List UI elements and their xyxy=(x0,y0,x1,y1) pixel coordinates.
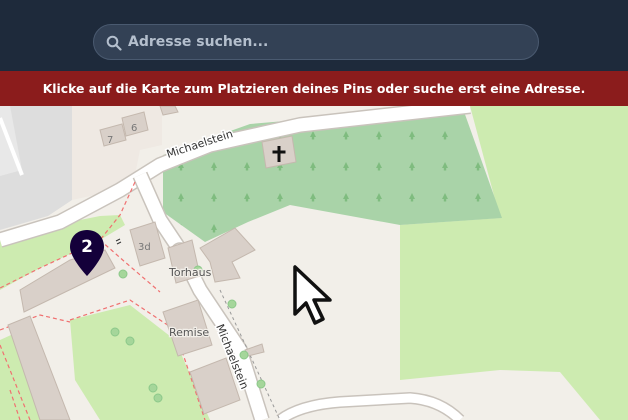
search-box[interactable] xyxy=(93,24,539,60)
cursor-arrow-icon xyxy=(293,265,332,325)
instruction-banner: Klicke auf die Karte zum Platzieren dein… xyxy=(0,71,628,106)
place-label-remise: Remise xyxy=(169,326,209,339)
house-number-3d: 3d xyxy=(138,242,151,253)
header-bar xyxy=(0,0,628,71)
place-label-torhaus: Torhaus xyxy=(168,266,212,279)
map-pin-app: Klicke auf die Karte zum Platzieren dein… xyxy=(0,0,628,420)
search-input[interactable] xyxy=(128,25,523,59)
house-number-7: 7 xyxy=(107,135,113,146)
map-pin-number: 2 xyxy=(81,237,93,257)
map-pin[interactable]: 2 xyxy=(68,228,106,278)
search-icon xyxy=(106,35,122,51)
house-number-6: 6 xyxy=(131,123,137,134)
